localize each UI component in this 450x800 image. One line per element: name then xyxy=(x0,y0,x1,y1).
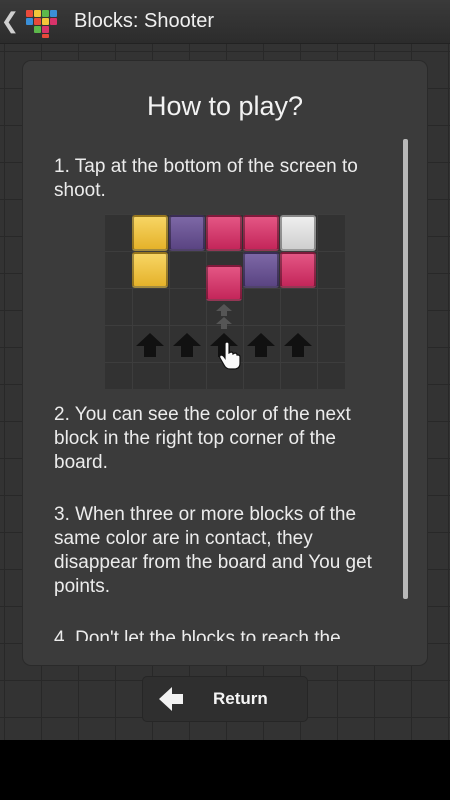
yellow-block xyxy=(132,215,168,251)
app-blocks-icon[interactable] xyxy=(24,4,60,40)
instruction-2: 2. You can see the color of the next blo… xyxy=(54,404,351,473)
pink-block xyxy=(206,215,242,251)
shooter-arrow-icon xyxy=(173,333,201,357)
white-block xyxy=(280,215,316,251)
return-button[interactable]: Return xyxy=(142,676,308,722)
trail-arrow-icon xyxy=(216,304,232,316)
game-screen: ❮ Blocks: Shooter How to play? 1. Tap at… xyxy=(0,0,450,740)
dialog-title: How to play? xyxy=(146,91,304,121)
action-bar: ❮ Blocks: Shooter xyxy=(0,0,450,44)
pink-block xyxy=(280,252,316,288)
scrollbar[interactable] xyxy=(403,139,408,599)
purple-block xyxy=(243,252,279,288)
purple-block xyxy=(169,215,205,251)
instructions-scroll-area[interactable]: 1. Tap at the bottom of the screen to sh… xyxy=(23,151,427,641)
shooter-arrow-icon xyxy=(284,333,312,357)
how-to-play-dialog: How to play? 1. Tap at the bottom of the… xyxy=(23,61,427,665)
back-chevron-icon[interactable]: ❮ xyxy=(0,0,20,44)
tap-hand-icon xyxy=(219,342,241,370)
return-label: Return xyxy=(213,689,268,708)
yellow-block xyxy=(132,252,168,288)
pink-block xyxy=(243,215,279,251)
arrow-left-icon xyxy=(159,687,183,711)
instruction-3: 3. When three or more blocks of the same… xyxy=(54,504,372,597)
app-title: Blocks: Shooter xyxy=(74,10,215,32)
shooter-arrow-icon xyxy=(247,333,275,357)
instruction-4: 4. Don't let the blocks to reach the xyxy=(54,628,341,641)
shooter-arrow-icon xyxy=(136,333,164,357)
shot-pink-block xyxy=(206,265,242,301)
instruction-1: 1. Tap at the bottom of the screen to sh… xyxy=(54,156,358,201)
trail-arrow-icon xyxy=(216,317,232,329)
board-illustration xyxy=(105,214,345,389)
system-nav-bar xyxy=(0,740,450,800)
